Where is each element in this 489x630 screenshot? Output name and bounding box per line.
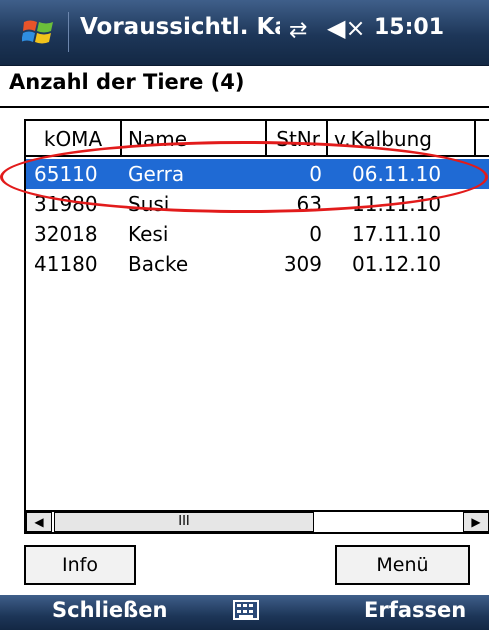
cell-name: Backe xyxy=(128,252,189,276)
divider xyxy=(0,106,489,108)
table-row[interactable]: 41180 Backe 309 01.12.10 xyxy=(26,249,489,279)
capture-softkey[interactable]: Erfassen xyxy=(364,598,466,622)
cell-name: Kesi xyxy=(128,222,169,246)
page-title: Anzahl der Tiere (4) xyxy=(9,70,245,94)
cell-stnr: 309 xyxy=(283,252,322,276)
softkey-bar: Schließen Erfassen xyxy=(0,595,489,630)
table-row[interactable]: 32018 Kesi 0 17.11.10 xyxy=(26,219,489,249)
scroll-right-arrow-icon[interactable]: ▶ xyxy=(463,512,489,532)
info-button[interactable]: Info xyxy=(24,545,136,585)
horizontal-scrollbar[interactable]: ◀ III ▶ xyxy=(26,510,489,532)
title-separator xyxy=(68,12,69,52)
title-bar: Voraussichtl. Kalbu ⇄ ◀× 15:01 xyxy=(0,0,489,66)
column-header-filler xyxy=(476,121,489,157)
scroll-thumb[interactable]: III xyxy=(54,512,314,532)
menu-button[interactable]: Menü xyxy=(335,545,470,585)
volume-muted-icon[interactable]: ◀× xyxy=(327,14,366,42)
close-softkey[interactable]: Schließen xyxy=(52,598,167,622)
clock[interactable]: 15:01 xyxy=(374,15,444,40)
cell-koma: 32018 xyxy=(34,222,98,246)
windows-start-icon[interactable] xyxy=(22,16,54,48)
scroll-left-arrow-icon[interactable]: ◀ xyxy=(26,512,52,532)
window-title: Voraussichtl. Kalbu xyxy=(80,14,280,40)
connectivity-icon[interactable]: ⇄ xyxy=(289,18,307,43)
cell-koma: 41180 xyxy=(34,252,98,276)
cell-kalbung: 17.11.10 xyxy=(352,222,442,246)
cell-kalbung: 01.12.10 xyxy=(352,252,442,276)
highlight-ellipse xyxy=(0,141,488,213)
keyboard-icon[interactable] xyxy=(233,600,259,620)
cell-stnr: 0 xyxy=(309,222,322,246)
